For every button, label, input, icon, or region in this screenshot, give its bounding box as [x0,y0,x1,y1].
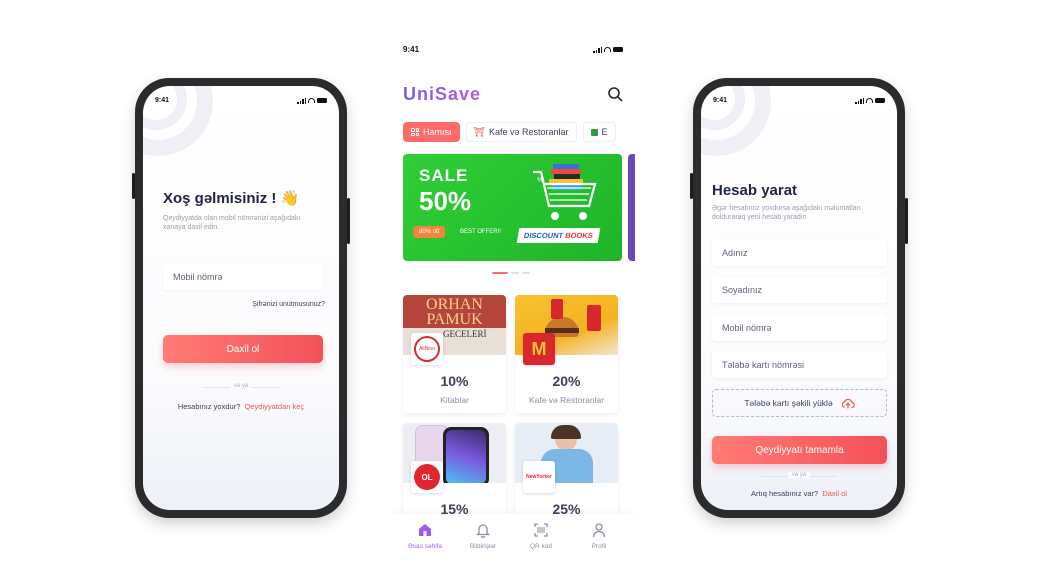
tab-qr[interactable]: QR kod [516,522,566,550]
or-label: və ya [229,383,253,389]
card-discount: 20% [552,373,581,389]
brand-logo: M [523,333,555,365]
bell-icon [475,524,491,538]
page-subtitle: Qeydiyyatda olan mobil nömrənizi aşağıda… [163,215,301,231]
no-account-text: Hesabınız yoxdur? [177,402,241,411]
login-button[interactable]: Daxil ol [163,335,323,363]
signal-icon [593,46,602,53]
home-screen: 9:41 UniSave Hamısı ⛩ Kafe və Restoranla… [391,0,635,587]
tab-profile[interactable]: Profil [574,522,624,550]
complete-registration-button[interactable]: Qeydiyyatı tamamla [712,436,887,464]
wifi-icon [308,98,315,103]
promo-banner[interactable]: SALE 50% 80% off BEST OFFER!! % DISCOUNT… [403,154,622,261]
chip-icon [590,128,598,136]
brand-logo: NewYorker [523,461,555,493]
wifi-icon [604,47,611,52]
search-icon[interactable] [607,86,623,102]
status-bar: 9:41 [403,45,623,54]
status-time: 9:41 [155,97,170,104]
profile-icon [592,523,606,538]
shopping-cart-icon: % [533,164,597,220]
carousel-dots [492,272,530,274]
battery-icon [875,98,885,103]
have-account-text: Artıq hesabınız var? [751,489,819,498]
first-name-input[interactable] [712,240,887,266]
category-chips: Hamısı ⛩ Kafe və Restoranlar E [403,122,616,142]
qr-icon [534,523,548,537]
page-title: Hesab yarat [712,182,798,199]
page-subtitle: Əgər hesabınız yoxdursa aşağıdakı məluma… [712,205,861,221]
login-phone: 9:41 Xoş gəlmisiniz ! 👋 Qeydiyyatda olan… [132,78,350,518]
status-time: 9:41 [403,45,420,54]
chip-electronics[interactable]: E [582,122,616,142]
app-logo: UniSave [403,84,482,104]
grid-icon [411,128,419,136]
register-link[interactable]: Qeydiyyatdan keç [245,402,305,411]
page-title: Xoş gəlmisiniz ! 👋 [163,190,300,207]
wifi-icon [866,98,873,103]
upload-cloud-icon [841,398,855,408]
banner-percent: 50% [419,186,472,216]
status-bar: 9:41 [713,97,885,104]
register-phone: 9:41 Hesab yarat Əgər hesabınız yoxdursa… [690,78,908,518]
phone-input[interactable] [163,264,323,290]
card-category: Kitablar [440,395,469,405]
tab-notifications[interactable]: Bildirişlər [458,522,508,550]
card-category: Kafe və Restoranlar [528,395,605,405]
signal-icon [297,97,306,104]
login-link[interactable]: Daxil ol [822,489,847,498]
offer-card-cafes[interactable]: M 20% Kafe və Restoranlar [515,295,618,413]
restaurant-icon: ⛩ [473,126,485,137]
brand-logo: OL [411,461,443,493]
chip-all[interactable]: Hamısı [403,122,460,142]
banner-off-badge: 80% off [413,226,446,238]
upload-card-button[interactable]: Tələbə kartı şəkili yüklə [712,389,887,417]
svg-text:%: % [537,177,543,184]
chip-cafes[interactable]: ⛩ Kafe və Restoranlar [465,122,577,142]
signal-icon [855,97,864,104]
login-screen: 9:41 Xoş gəlmisiniz ! 👋 Qeydiyyatda olan… [143,86,339,510]
bottom-tab-bar: Əsas səhifə Bildirişlər QR kod Profil [391,514,635,587]
brand-logo: AliNino [411,333,443,365]
or-label: və ya [787,472,811,478]
card-discount: 10% [440,373,469,389]
banner-best-offer: BEST OFFER!! [460,229,501,235]
next-banner-peek[interactable] [628,154,635,261]
battery-icon [613,47,623,52]
home-icon [419,524,431,536]
offer-card-books[interactable]: ORHAN PAMUK GECELERİ AliNino 10% Kitabla… [403,295,506,413]
discount-books-tag: DISCOUNT BOOKS [516,228,601,243]
status-bar: 9:41 [155,97,327,104]
phone-input[interactable] [712,315,887,341]
last-name-input[interactable] [712,277,887,303]
forgot-password-link[interactable]: Şifrənizi unutmusunuz? [252,301,325,308]
banner-sale: SALE [419,166,469,185]
register-screen: 9:41 Hesab yarat Əgər hesabınız yoxdursa… [701,86,897,510]
student-card-number-input[interactable] [712,352,887,378]
status-time: 9:41 [713,97,728,104]
tab-home[interactable]: Əsas səhifə [400,522,450,550]
battery-icon [317,98,327,103]
